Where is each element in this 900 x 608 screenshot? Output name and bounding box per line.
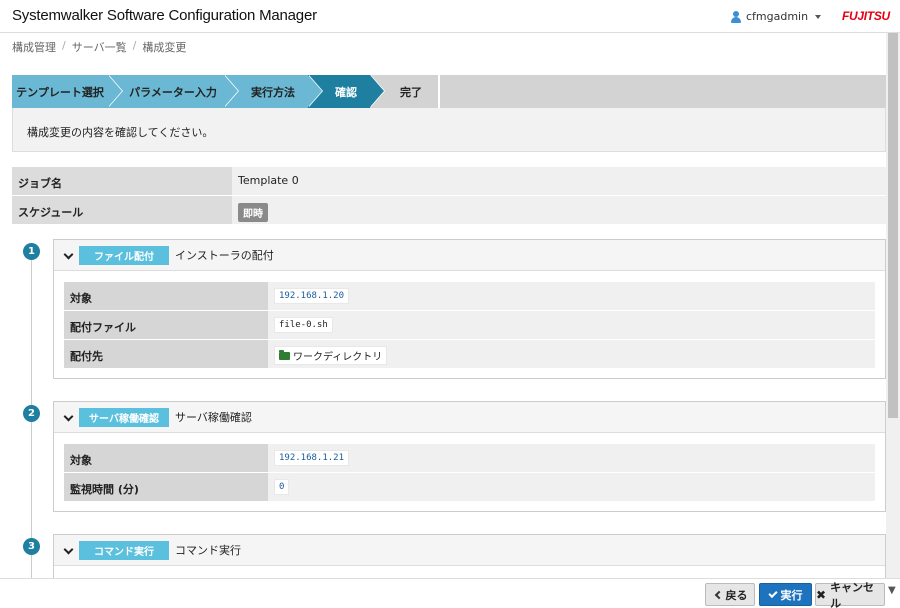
- job-name-value: Template 0: [232, 167, 886, 195]
- task-card-3: コマンド実行 コマンド実行: [53, 534, 886, 578]
- task-card-body: 対象 192.168.1.21 監視時間 (分) 0: [54, 433, 885, 515]
- task-card-header: コマンド実行 コマンド実行: [54, 535, 885, 566]
- back-button[interactable]: 戻る: [705, 583, 755, 606]
- detail-row: 対象 192.168.1.21: [64, 444, 875, 472]
- vertical-scrollbar[interactable]: [886, 33, 900, 578]
- app-header: Systemwalker Software Configuration Mana…: [0, 0, 900, 33]
- confirm-message: 構成変更の内容を確認してください。: [12, 108, 886, 152]
- folder-icon: [279, 349, 290, 360]
- job-name-label: ジョブ名: [12, 167, 232, 195]
- scrollbar-thumb[interactable]: [888, 33, 898, 418]
- task-title: サーバ稼働確認: [175, 411, 252, 424]
- target-ip: 192.168.1.20: [274, 288, 350, 304]
- task-card-header: サーバ稼働確認 サーバ稼働確認: [54, 402, 885, 433]
- wizard-step-template: テンプレート選択: [12, 75, 123, 108]
- cancel-button[interactable]: ✖ キャンセル: [815, 581, 885, 608]
- user-name: cfmgadmin: [746, 10, 809, 23]
- breadcrumb-separator: /: [62, 39, 66, 52]
- task-card-1: ファイル配付 インストーラの配付 対象 192.168.1.20 配付ファイル …: [53, 239, 886, 379]
- main-content: 構成管理 / サーバ一覧 / 構成変更 テンプレート選択 パラメーター入力 実行…: [0, 33, 886, 578]
- chevron-left-icon: [714, 590, 723, 599]
- task-title: インストーラの配付: [175, 249, 274, 262]
- detail-row: 対象 192.168.1.20: [64, 282, 875, 310]
- chevron-down-icon[interactable]: [64, 546, 73, 555]
- distribute-file: file-0.sh: [274, 317, 333, 333]
- task-type-badge: サーバ稼働確認: [79, 407, 169, 427]
- task-number-2: 2: [23, 405, 40, 422]
- destination-folder: ワークディレクトリ: [274, 346, 388, 365]
- task-type-badge: ファイル配付: [79, 245, 169, 265]
- job-info-table: ジョブ名 Template 0 スケジュール 即時: [12, 167, 886, 225]
- schedule-badge: 即時: [238, 203, 268, 222]
- task-card-body: 対象 192.168.1.20 配付ファイル file-0.sh 配付先 ワーク…: [54, 271, 885, 382]
- breadcrumb-item-server-list[interactable]: サーバ一覧: [72, 39, 127, 55]
- wizard-steps: テンプレート選択 パラメーター入力 実行方法 確認 完了: [12, 75, 886, 108]
- scroll-down-icon[interactable]: ▼: [888, 585, 896, 596]
- detail-row: 配付先 ワークディレクトリ: [64, 340, 875, 368]
- caret-down-icon: [815, 14, 822, 19]
- target-ip: 192.168.1.21: [274, 450, 350, 466]
- breadcrumb-separator: /: [132, 39, 137, 52]
- task-type-badge: コマンド実行: [79, 540, 169, 560]
- check-icon: [767, 588, 778, 598]
- monitor-time: 0: [274, 479, 290, 495]
- run-button[interactable]: 実行: [759, 583, 812, 606]
- task-title: コマンド実行: [175, 544, 241, 557]
- wizard-divider: [438, 75, 440, 108]
- fujitsu-logo: FUJITSU: [842, 9, 890, 23]
- task-card-2: サーバ稼働確認 サーバ稼働確認 対象 192.168.1.21 監視時間 (分)…: [53, 401, 886, 512]
- footer-toolbar: 戻る 実行 ✖ キャンセル ▼: [0, 578, 900, 608]
- task-number-3: 3: [23, 538, 40, 555]
- schedule-row: スケジュール 即時: [12, 196, 886, 224]
- app-title: Systemwalker Software Configuration Mana…: [12, 7, 317, 24]
- task-number-1: 1: [23, 243, 40, 260]
- breadcrumb-item-config[interactable]: 構成管理: [12, 39, 56, 55]
- chevron-down-icon[interactable]: [64, 251, 73, 260]
- task-card-header: ファイル配付 インストーラの配付: [54, 240, 885, 271]
- schedule-label: スケジュール: [12, 196, 232, 224]
- user-icon: [730, 10, 742, 23]
- breadcrumb-item-config-change: 構成変更: [142, 41, 187, 54]
- job-name-row: ジョブ名 Template 0: [12, 167, 886, 195]
- chevron-down-icon[interactable]: [64, 413, 73, 422]
- detail-row: 監視時間 (分) 0: [64, 473, 875, 501]
- user-menu[interactable]: cfmgadmin: [730, 10, 822, 23]
- breadcrumb: 構成管理 / サーバ一覧 / 構成変更: [12, 39, 186, 55]
- detail-row: 配付ファイル file-0.sh: [64, 311, 875, 339]
- wizard-step-parameter: パラメーター入力: [108, 75, 239, 108]
- close-icon: ✖: [816, 587, 827, 602]
